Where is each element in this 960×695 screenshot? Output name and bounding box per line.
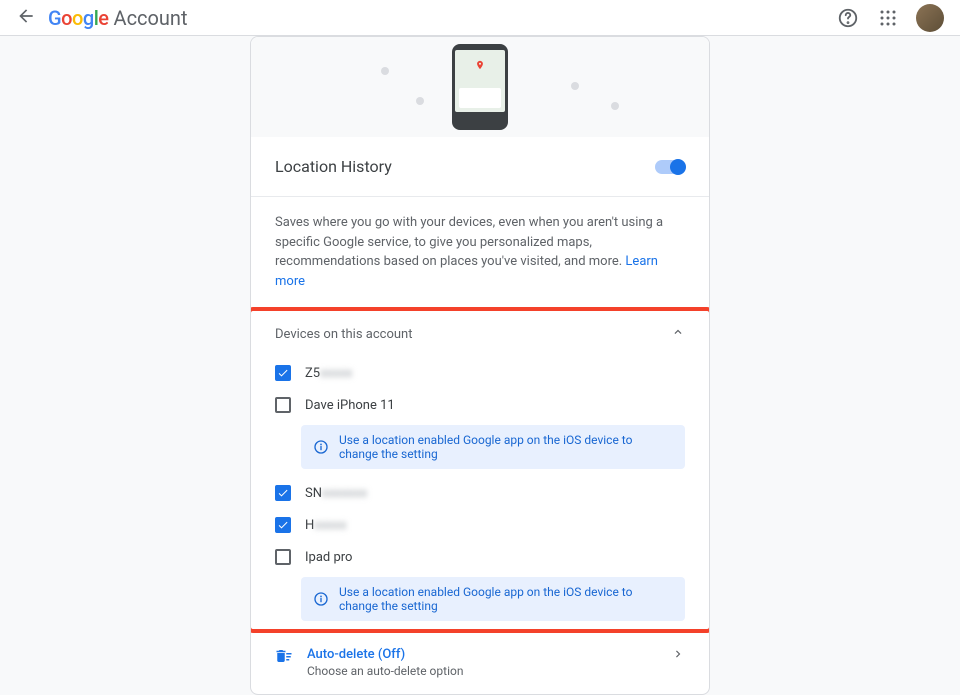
devices-section-highlighted: Devices on this account Z5xxxxx Dave iPho… bbox=[250, 307, 710, 633]
device-name: SNxxxxxxx bbox=[305, 486, 367, 501]
help-icon[interactable] bbox=[836, 6, 860, 30]
chevron-right-icon bbox=[671, 647, 685, 665]
description-block: Saves where you go with your devices, ev… bbox=[251, 197, 709, 307]
chevron-up-icon bbox=[671, 325, 685, 343]
auto-delete-title: Auto-delete (Off) bbox=[307, 647, 657, 662]
content-area: Location History Saves where you go with… bbox=[0, 36, 960, 695]
device-name: Z5xxxxx bbox=[305, 366, 352, 381]
phone-illustration bbox=[452, 44, 508, 130]
device-name: Hxxxxx bbox=[305, 518, 347, 533]
location-history-toggle[interactable] bbox=[655, 160, 685, 174]
device-checkbox[interactable] bbox=[275, 397, 291, 413]
logo: Google Account bbox=[48, 6, 188, 30]
device-name: Dave iPhone 11 bbox=[305, 398, 395, 413]
section-title: Location History bbox=[275, 157, 392, 176]
auto-delete-row[interactable]: Auto-delete (Off) Choose an auto-delete … bbox=[251, 633, 709, 694]
description-text: Saves where you go with your devices, ev… bbox=[275, 215, 663, 269]
ios-notice-text: Use a location enabled Google app on the… bbox=[339, 433, 673, 461]
location-history-row: Location History bbox=[251, 137, 709, 197]
device-row: Z5xxxxx bbox=[251, 357, 709, 389]
back-arrow-icon[interactable] bbox=[16, 6, 36, 30]
device-checkbox[interactable] bbox=[275, 517, 291, 533]
header-right bbox=[836, 4, 944, 32]
device-row: Dave iPhone 11 bbox=[251, 389, 709, 421]
map-pin-icon bbox=[475, 58, 485, 72]
device-checkbox[interactable] bbox=[275, 365, 291, 381]
auto-delete-subtitle: Choose an auto-delete option bbox=[307, 664, 657, 678]
ios-notice-banner: Use a location enabled Google app on the… bbox=[301, 425, 685, 469]
devices-header-label: Devices on this account bbox=[275, 327, 412, 342]
app-header: Google Account bbox=[0, 0, 960, 36]
header-left: Google Account bbox=[16, 6, 188, 30]
devices-list: Z5xxxxx Dave iPhone 11 Use a location enab… bbox=[251, 357, 709, 621]
settings-card: Location History Saves where you go with… bbox=[250, 36, 710, 695]
logo-account-text: Account bbox=[114, 6, 188, 30]
illustration-area bbox=[251, 37, 709, 137]
ios-notice-text: Use a location enabled Google app on the… bbox=[339, 585, 673, 613]
device-name: Ipad pro bbox=[305, 550, 352, 565]
devices-header[interactable]: Devices on this account bbox=[251, 311, 709, 357]
apps-grid-icon[interactable] bbox=[876, 6, 900, 30]
profile-avatar[interactable] bbox=[916, 4, 944, 32]
device-row: SNxxxxxxx bbox=[251, 477, 709, 509]
device-checkbox[interactable] bbox=[275, 485, 291, 501]
ios-notice-banner: Use a location enabled Google app on the… bbox=[301, 577, 685, 621]
auto-delete-icon bbox=[275, 647, 293, 669]
device-row: Hxxxxx bbox=[251, 509, 709, 541]
device-row: Ipad pro bbox=[251, 541, 709, 573]
